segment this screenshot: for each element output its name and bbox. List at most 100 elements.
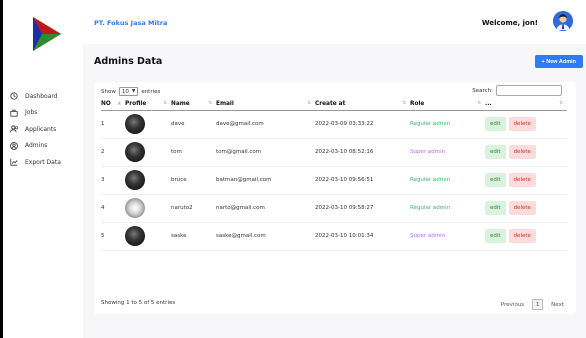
sidebar-item-label: Jobs bbox=[25, 109, 38, 117]
chevron-down-icon: ▼ bbox=[131, 89, 136, 94]
admins-table-card: Show 10 ▼ entries Search: NO ▲ Profile ⇅ N… bbox=[94, 82, 576, 314]
previous-button[interactable]: Previous bbox=[501, 302, 524, 308]
profile-picture bbox=[125, 114, 145, 134]
table-row: 2 tom tom@gmail.com 2022-03-10 08:52:16 … bbox=[101, 138, 567, 167]
profile-picture bbox=[125, 198, 145, 218]
entries-length-control: Show 10 ▼ entries bbox=[101, 87, 160, 96]
user-circle-icon bbox=[9, 141, 19, 151]
cell-created: 2022-03-10 09:56:51 bbox=[315, 166, 410, 195]
profile-picture bbox=[125, 142, 145, 162]
cell-profile bbox=[125, 110, 171, 139]
entries-select[interactable]: 10 ▼ bbox=[118, 87, 139, 96]
delete-button[interactable]: delete bbox=[508, 117, 536, 131]
edit-button[interactable]: edit bbox=[485, 201, 506, 215]
cell-actions: edit delete bbox=[485, 110, 567, 139]
main-content: Admins Data + New Admin Show 10 ▼ entrie… bbox=[83, 44, 586, 338]
entries-select-value: 10 bbox=[121, 88, 129, 95]
cell-role: Regular admin bbox=[410, 110, 485, 139]
cell-profile bbox=[125, 194, 171, 223]
cell-created: 2022-03-09 03:33:22 bbox=[315, 110, 410, 139]
edit-button[interactable]: edit bbox=[485, 173, 506, 187]
cell-email: batman@gmail.com bbox=[216, 166, 315, 195]
column-header-create-at[interactable]: Create at ⇅ bbox=[315, 98, 410, 111]
cell-actions: edit delete bbox=[485, 194, 567, 223]
cell-no: 4 bbox=[101, 194, 125, 223]
company-logo bbox=[33, 17, 61, 51]
sidebar: Dashboard Jobs Applicants Admins Export … bbox=[3, 0, 86, 338]
sidebar-nav: Dashboard Jobs Applicants Admins Export … bbox=[9, 88, 86, 171]
cell-email: dave@gmail.com bbox=[216, 110, 315, 139]
sidebar-item-label: Applicants bbox=[25, 125, 57, 133]
table-info: Showing 1 to 5 of 5 entries bbox=[101, 300, 176, 306]
sort-icon: ⇅ bbox=[208, 101, 212, 106]
next-button[interactable]: Next bbox=[551, 302, 564, 308]
chart-icon bbox=[9, 157, 19, 167]
cell-role: Super admin bbox=[410, 138, 485, 167]
new-admin-button[interactable]: + New Admin bbox=[534, 55, 583, 68]
cell-email: narto@gmail.com bbox=[216, 194, 315, 223]
table-search: Search: bbox=[472, 85, 562, 96]
delete-button[interactable]: delete bbox=[508, 145, 536, 159]
edit-button[interactable]: edit bbox=[485, 117, 506, 131]
search-label: Search: bbox=[472, 87, 493, 94]
show-label: Show bbox=[101, 88, 116, 95]
search-input[interactable] bbox=[496, 85, 562, 96]
sidebar-item-label: Export Data bbox=[25, 158, 61, 166]
pagination: Previous 1 Next bbox=[501, 299, 564, 310]
admins-table: NO ▲ Profile ⇅ Name ⇅ Email ⇅ Create at ⇅ Rol… bbox=[101, 98, 567, 251]
column-header-email[interactable]: Email ⇅ bbox=[216, 98, 315, 111]
cell-profile bbox=[125, 138, 171, 167]
edit-button[interactable]: edit bbox=[485, 229, 506, 243]
sort-asc-icon: ▲ bbox=[117, 101, 121, 106]
cell-actions: edit delete bbox=[485, 222, 567, 251]
sidebar-item-admins[interactable]: Admins bbox=[9, 137, 86, 155]
sidebar-item-jobs[interactable]: Jobs bbox=[9, 105, 86, 122]
table-header-row: NO ▲ Profile ⇅ Name ⇅ Email ⇅ Create at ⇅ Rol… bbox=[101, 98, 567, 111]
table-row: 1 dave dave@gmail.com 2022-03-09 03:33:2… bbox=[101, 110, 567, 139]
table-row: 3 bruce batman@gmail.com 2022-03-10 09:5… bbox=[101, 166, 567, 195]
sort-icon: ⇅ bbox=[402, 101, 406, 106]
column-header-profile[interactable]: Profile ⇅ bbox=[125, 98, 171, 111]
sidebar-item-dashboard[interactable]: Dashboard bbox=[9, 88, 86, 105]
cell-email: saske@gmail.com bbox=[216, 222, 315, 251]
cell-role: Regular admin bbox=[410, 194, 485, 223]
sidebar-item-applicants[interactable]: Applicants bbox=[9, 121, 86, 138]
column-header-role[interactable]: Role ⇅ bbox=[410, 98, 485, 111]
user-avatar[interactable] bbox=[553, 11, 573, 31]
cell-no: 3 bbox=[101, 166, 125, 195]
entries-label: entries bbox=[141, 88, 161, 95]
delete-button[interactable]: delete bbox=[508, 173, 536, 187]
cell-created: 2022-03-10 09:58:27 bbox=[315, 194, 410, 223]
cell-name: tom bbox=[171, 138, 216, 167]
page-title: Admins Data bbox=[94, 56, 163, 67]
cell-created: 2022-03-10 08:52:16 bbox=[315, 138, 410, 167]
cell-name: saske bbox=[171, 222, 216, 251]
sidebar-item-label: Dashboard bbox=[25, 92, 58, 100]
briefcase-icon bbox=[9, 108, 19, 118]
page-button-current[interactable]: 1 bbox=[532, 299, 544, 310]
cell-name: naruto2 bbox=[171, 194, 216, 223]
column-header-name[interactable]: Name ⇅ bbox=[171, 98, 216, 111]
table-row: 4 naruto2 narto@gmail.com 2022-03-10 09:… bbox=[101, 194, 567, 223]
cell-profile bbox=[125, 222, 171, 251]
sidebar-item-label: Admins bbox=[25, 142, 48, 150]
cell-no: 2 bbox=[101, 138, 125, 167]
column-header-no[interactable]: NO ▲ bbox=[101, 98, 125, 111]
company-name[interactable]: PT. Fokus Jasa Mitra bbox=[94, 19, 167, 27]
profile-picture bbox=[125, 170, 145, 190]
sort-icon: ⇅ bbox=[163, 101, 167, 106]
cell-actions: edit delete bbox=[485, 138, 567, 167]
welcome-text: Welcome, jon! bbox=[481, 19, 538, 27]
sidebar-item-export-data[interactable]: Export Data bbox=[9, 154, 86, 171]
cell-actions: edit delete bbox=[485, 166, 567, 195]
cell-role: Super admin bbox=[410, 222, 485, 251]
cell-created: 2022-03-10 10:01:34 bbox=[315, 222, 410, 251]
cell-role: Regular admin bbox=[410, 166, 485, 195]
column-header-actions[interactable]: ... ⇅ bbox=[485, 98, 567, 111]
delete-button[interactable]: delete bbox=[508, 229, 536, 243]
delete-button[interactable]: delete bbox=[508, 201, 536, 215]
edit-button[interactable]: edit bbox=[485, 145, 506, 159]
cell-profile bbox=[125, 166, 171, 195]
cell-no: 5 bbox=[101, 222, 125, 251]
sort-icon: ⇅ bbox=[559, 101, 563, 106]
